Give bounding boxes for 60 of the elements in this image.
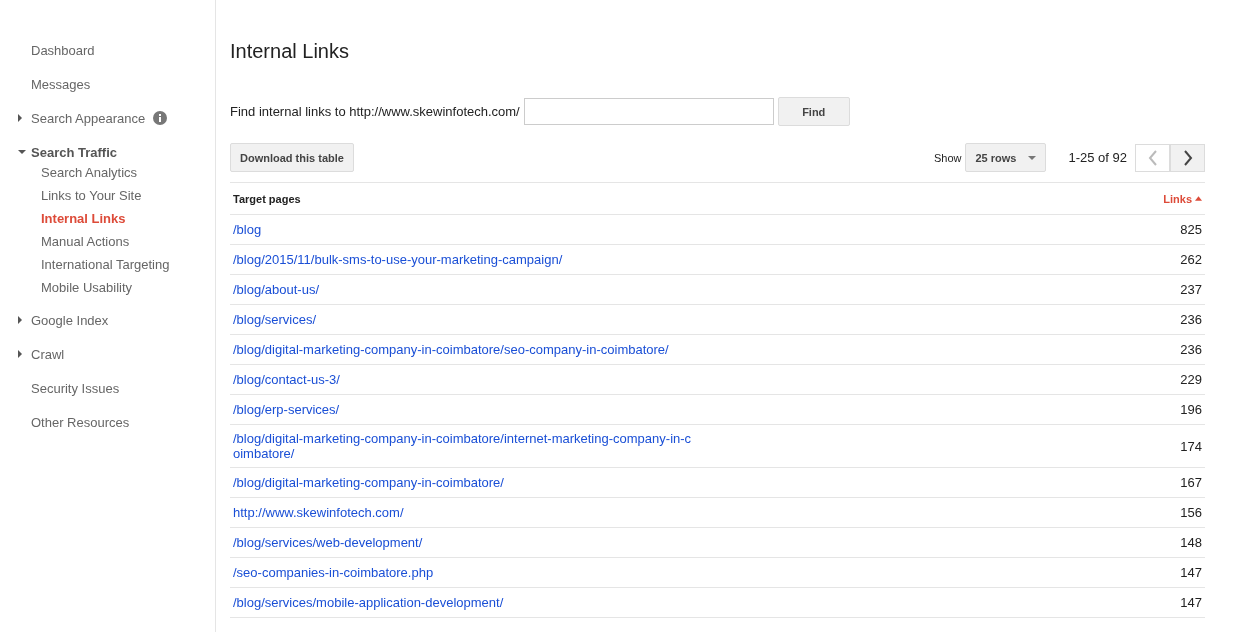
link-count: 148 bbox=[1180, 535, 1202, 550]
sidebar-item[interactable]: Search Appearance bbox=[31, 110, 146, 126]
sidebar-subitem[interactable]: Internal Links bbox=[41, 207, 126, 230]
page-range: 1-25 of 92 bbox=[1068, 150, 1127, 165]
page-link[interactable]: http://www.skewinfotech.com/ bbox=[233, 505, 404, 520]
info-icon[interactable] bbox=[153, 111, 168, 125]
sidebar-item[interactable]: Crawl bbox=[31, 346, 65, 362]
sidebar-subitem[interactable]: International Targeting bbox=[41, 253, 170, 276]
find-label: Find internal links to http://www.skewinfotech.com/ bbox=[230, 104, 520, 119]
chevron-left-icon bbox=[1147, 149, 1158, 166]
sidebar-item[interactable]: Google Index bbox=[31, 312, 109, 328]
link-count: 156 bbox=[1180, 505, 1202, 520]
column-header[interactable]: Target pages bbox=[233, 192, 301, 205]
sort-ascending-icon bbox=[1195, 196, 1202, 201]
page-link[interactable]: /seo-companies-in-coimbatore.php bbox=[233, 565, 434, 580]
chevron-right-icon bbox=[1182, 149, 1193, 166]
caret-down-icon[interactable] bbox=[18, 150, 26, 154]
rows-dropdown[interactable]: 25 rows bbox=[965, 143, 1047, 172]
sidebar-subitem[interactable]: Search Analytics bbox=[41, 161, 138, 184]
page-link[interactable]: /blog/digital-marketing-company-in-coimbatore/seo-company-in-coimbatore/ bbox=[233, 342, 669, 357]
link-count: 174 bbox=[1180, 438, 1202, 454]
link-count: 237 bbox=[1180, 282, 1202, 297]
page-link[interactable]: /blog bbox=[233, 222, 262, 237]
link-count: 196 bbox=[1180, 402, 1202, 417]
link-count: 236 bbox=[1180, 312, 1202, 327]
page-link[interactable]: /blog/services/mobile-application-development/ bbox=[233, 595, 504, 610]
page-link[interactable]: /blog/services/ bbox=[233, 312, 317, 327]
link-count: 147 bbox=[1180, 565, 1202, 580]
page-link[interactable]: /blog/services/web-development/ bbox=[233, 535, 423, 550]
download-button[interactable]: Download this table bbox=[230, 143, 354, 172]
sidebar-item[interactable]: Search Traffic bbox=[31, 144, 117, 160]
sidebar-item[interactable]: Dashboard bbox=[31, 42, 95, 58]
sidebar-item[interactable]: Messages bbox=[31, 76, 91, 92]
sidebar-item[interactable]: Security Issues bbox=[31, 380, 120, 396]
dropdown-arrow-icon bbox=[1028, 155, 1037, 160]
sidebar-item[interactable]: Other Resources bbox=[31, 414, 130, 430]
sidebar-subitem[interactable]: Mobile Usability bbox=[41, 276, 133, 299]
url-input-field[interactable] bbox=[523, 98, 774, 125]
page-link[interactable]: /blog/about-us/ bbox=[233, 282, 319, 297]
link-count: 167 bbox=[1180, 475, 1202, 490]
link-count: 262 bbox=[1180, 252, 1202, 267]
page-title: Internal Links bbox=[230, 40, 350, 63]
page-link[interactable]: /blog/digital-marketing-company-in-coimbatore/ bbox=[233, 475, 504, 490]
page-link[interactable]: /blog/2015/11/bulk-sms-to-use-your-marketing-campaign/ bbox=[233, 252, 563, 267]
next-page-button[interactable] bbox=[1170, 143, 1205, 172]
page-link[interactable]: /blog/digital-marketing-company-in-coimbatore/internet-marketing-company-in-coimbatore/ bbox=[233, 431, 698, 461]
page-link[interactable]: /blog/contact-us-3/ bbox=[233, 372, 340, 387]
caret-right-icon[interactable] bbox=[18, 350, 22, 358]
link-count: 825 bbox=[1180, 222, 1202, 237]
column-header[interactable]: Links bbox=[1163, 192, 1202, 205]
link-count: 236 bbox=[1180, 342, 1202, 357]
find-button[interactable]: Find bbox=[777, 97, 850, 126]
page-link[interactable]: /blog/erp-services/ bbox=[233, 402, 340, 417]
caret-right-icon[interactable] bbox=[18, 114, 22, 122]
link-count: 229 bbox=[1180, 372, 1202, 387]
show-label: Show bbox=[933, 151, 962, 164]
link-count: 147 bbox=[1180, 595, 1202, 610]
sidebar-subitem[interactable]: Links to Your Site bbox=[41, 184, 142, 207]
caret-right-icon[interactable] bbox=[18, 316, 22, 324]
sidebar-subitem[interactable]: Manual Actions bbox=[41, 230, 130, 253]
